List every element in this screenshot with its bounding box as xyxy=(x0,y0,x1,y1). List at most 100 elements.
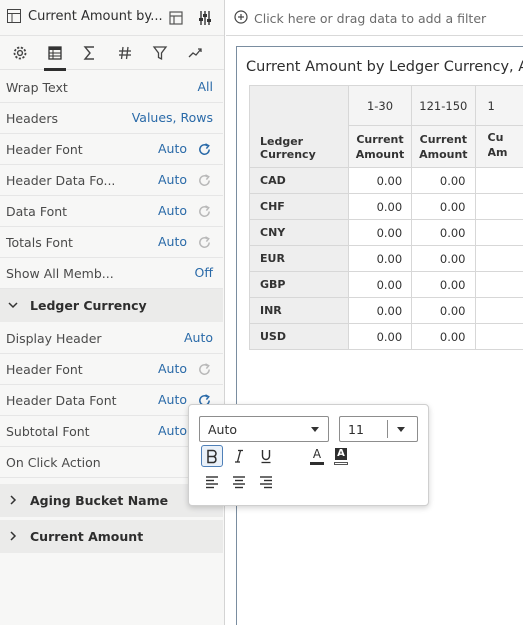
prop-label: Show All Memb... xyxy=(6,266,114,281)
text-color-swatch xyxy=(310,461,324,465)
table-row[interactable]: CAD 0.00 0.00 xyxy=(249,167,523,194)
measure-header[interactable]: Current Amount xyxy=(411,125,476,168)
row-label[interactable]: GBP xyxy=(249,271,349,298)
prop-display-header[interactable]: Display Header Auto xyxy=(0,323,223,354)
tab-general[interactable] xyxy=(9,42,31,64)
data-cell[interactable]: 0.00 xyxy=(411,219,476,246)
chevron-right-icon xyxy=(10,531,17,541)
row-label[interactable]: CHF xyxy=(249,193,349,220)
row-label[interactable]: INR xyxy=(249,297,349,324)
table-row[interactable]: CHF 0.00 0.00 xyxy=(249,193,523,220)
table-row[interactable]: INR 0.00 0.00 xyxy=(249,297,523,324)
prop-value[interactable]: Auto xyxy=(184,330,213,345)
table-row[interactable]: GBP 0.00 0.00 xyxy=(249,271,523,298)
properties-panel: Current Amount by... Wrap Text All Heade… xyxy=(0,0,225,625)
measure-header[interactable]: Current Amount xyxy=(347,125,413,168)
prop-show-all-members[interactable]: Show All Memb... Off xyxy=(0,258,223,289)
add-circle-icon[interactable] xyxy=(234,10,248,24)
gear-icon xyxy=(13,46,27,60)
prop-value[interactable]: Auto xyxy=(158,423,187,438)
prop-value[interactable]: Auto xyxy=(158,361,187,376)
properties-view-button[interactable] xyxy=(194,7,216,29)
column-header[interactable]: 121-150 xyxy=(411,85,476,126)
prop-ledger-header-font[interactable]: Header Font Auto xyxy=(0,354,223,385)
data-cell[interactable]: 0.00 xyxy=(347,167,413,194)
caret-down-icon xyxy=(311,427,319,432)
prop-value[interactable]: Values, Rows xyxy=(132,110,213,125)
font-size-select[interactable]: 11 xyxy=(339,416,418,442)
prop-value[interactable]: Off xyxy=(195,265,213,280)
prop-value[interactable]: Auto xyxy=(158,203,187,218)
data-cell[interactable]: 0.00 xyxy=(347,271,413,298)
data-cell[interactable]: 0.00 xyxy=(347,193,413,220)
tab-filters[interactable] xyxy=(149,42,171,64)
data-cell[interactable]: 0.00 xyxy=(411,193,476,220)
measure-header[interactable]: Cu Am xyxy=(474,125,523,168)
data-cell[interactable]: 0.00 xyxy=(411,167,476,194)
column-header[interactable]: 1 xyxy=(474,85,523,126)
prop-value[interactable]: Auto xyxy=(158,392,187,407)
prop-totals-font[interactable]: Totals Font Auto xyxy=(0,227,223,258)
data-cell[interactable] xyxy=(474,297,523,324)
text-color-button[interactable]: A xyxy=(306,445,328,467)
data-cell[interactable]: 0.00 xyxy=(411,323,476,350)
data-cell[interactable] xyxy=(474,167,523,194)
prop-value[interactable]: Auto xyxy=(158,172,187,187)
data-cell[interactable]: 0.00 xyxy=(347,219,413,246)
table-row[interactable]: USD 0.00 0.00 xyxy=(249,323,523,350)
background-color-button[interactable]: A xyxy=(330,445,352,467)
grammar-view-button[interactable] xyxy=(165,7,187,29)
prop-data-font[interactable]: Data Font Auto xyxy=(0,196,223,227)
column-header[interactable]: 1-30 xyxy=(347,85,413,126)
row-label[interactable]: CNY xyxy=(249,219,349,246)
data-cell[interactable] xyxy=(474,193,523,220)
data-cell[interactable]: 0.00 xyxy=(411,245,476,272)
tab-number-format[interactable] xyxy=(114,42,136,64)
align-left-button[interactable] xyxy=(201,471,223,493)
tab-table[interactable] xyxy=(44,42,66,71)
background-color-swatch xyxy=(334,461,348,465)
data-cell[interactable]: 0.00 xyxy=(411,271,476,298)
font-size-value[interactable]: 11 xyxy=(348,422,364,437)
data-cell[interactable] xyxy=(474,245,523,272)
caret-down-icon[interactable] xyxy=(397,427,405,432)
data-cell[interactable]: 0.00 xyxy=(411,297,476,324)
data-cell[interactable]: 0.00 xyxy=(347,245,413,272)
font-family-select[interactable]: Auto xyxy=(199,416,329,442)
reset-icon xyxy=(199,363,210,375)
prop-headers[interactable]: Headers Values, Rows xyxy=(0,103,223,134)
tab-values[interactable] xyxy=(79,42,101,64)
table-row[interactable]: CNY 0.00 0.00 xyxy=(249,219,523,246)
prop-header-font[interactable]: Header Font Auto xyxy=(0,134,223,165)
align-center-button[interactable] xyxy=(228,471,250,493)
prop-label: Subtotal Font xyxy=(6,424,90,439)
tab-analytics[interactable] xyxy=(184,42,206,64)
italic-button[interactable] xyxy=(228,445,250,467)
filter-hint[interactable]: Click here or drag data to add a filter xyxy=(254,11,486,26)
section-current-amount[interactable]: Current Amount xyxy=(0,520,223,553)
data-cell[interactable]: 0.00 xyxy=(347,323,413,350)
row-label[interactable]: USD xyxy=(249,323,349,350)
data-cell[interactable] xyxy=(474,271,523,298)
prop-value[interactable]: Auto xyxy=(158,234,187,249)
row-header-label[interactable]: Ledger Currency xyxy=(249,85,349,168)
row-label[interactable]: EUR xyxy=(249,245,349,272)
prop-wrap-text[interactable]: Wrap Text All xyxy=(0,72,223,103)
pivot-visualization[interactable]: Current Amount by Ledger Currency, Aging… xyxy=(236,46,523,625)
data-cell[interactable] xyxy=(474,219,523,246)
font-format-popup: Auto 11 A A xyxy=(188,404,429,506)
filter-bar[interactable]: Click here or drag data to add a filter xyxy=(226,0,523,36)
data-cell[interactable]: 0.00 xyxy=(347,297,413,324)
row-label[interactable]: CAD xyxy=(249,167,349,194)
prop-header-data-font[interactable]: Header Data Fo... Auto xyxy=(0,165,223,196)
data-cell[interactable] xyxy=(474,323,523,350)
reset-icon[interactable] xyxy=(197,142,212,157)
number-format-icon xyxy=(119,46,131,60)
table-row[interactable]: EUR 0.00 0.00 xyxy=(249,245,523,272)
section-ledger-currency[interactable]: Ledger Currency xyxy=(0,289,223,322)
prop-value[interactable]: Auto xyxy=(158,141,187,156)
bold-button[interactable] xyxy=(201,445,223,467)
align-right-button[interactable] xyxy=(255,471,277,493)
prop-value[interactable]: All xyxy=(198,79,214,94)
underline-button[interactable] xyxy=(255,445,277,467)
